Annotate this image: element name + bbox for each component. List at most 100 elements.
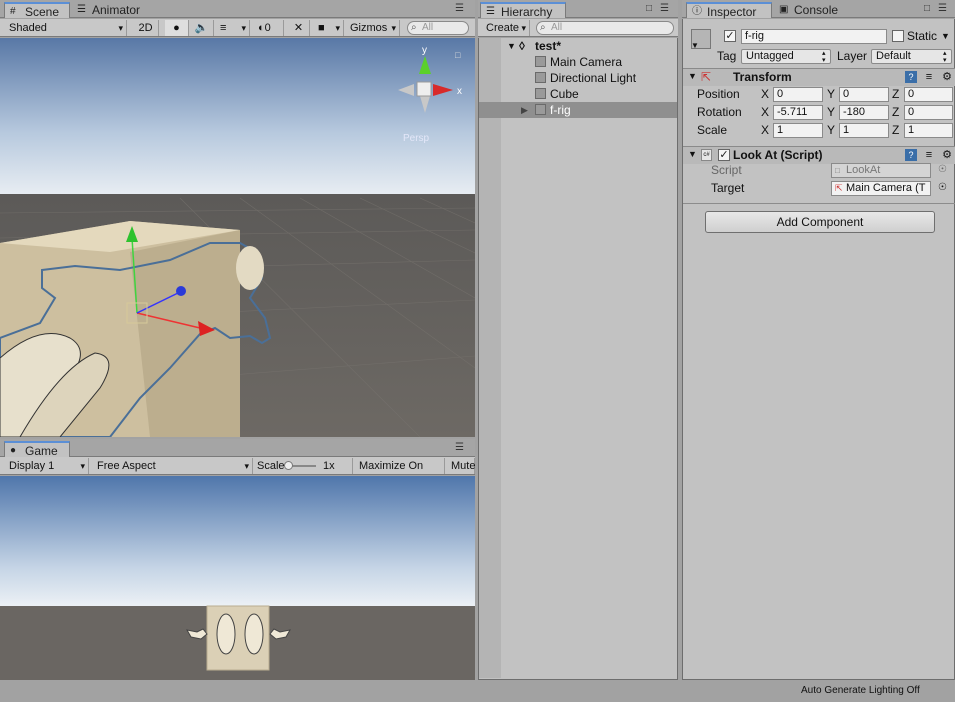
inspector-tabbar: ⓘ Inspector ▣ Console □ ☰ bbox=[682, 0, 955, 19]
inspector-lock-icon[interactable]: □ bbox=[924, 3, 930, 14]
rotation-y-field[interactable]: -180 bbox=[839, 105, 889, 120]
audio-toggle-icon[interactable]: 🔈 bbox=[190, 20, 214, 36]
tab-hierarchy[interactable]: ☰ Hierarchy bbox=[480, 2, 566, 19]
lookat-settings-icon[interactable]: ⚙ bbox=[941, 149, 953, 161]
scale-y-field[interactable]: 1 bbox=[839, 123, 889, 138]
effects-dropdown-icon[interactable]: ≡ bbox=[216, 20, 250, 36]
hierarchy-search-input[interactable]: All bbox=[536, 21, 674, 35]
hidden-objects-icon[interactable]: ◐0 bbox=[254, 20, 284, 36]
target-field[interactable]: ⇱ Main Camera (T bbox=[831, 181, 931, 196]
maximize-on-play-button[interactable]: Maximize On Play bbox=[355, 458, 445, 488]
rotation-z-field[interactable]: 0 bbox=[904, 105, 953, 120]
scale-control[interactable]: Scale 1x bbox=[253, 458, 353, 474]
transform-title: Transform bbox=[733, 70, 792, 84]
scene-tabbar: # Scene ☰ Animator ☰ bbox=[0, 0, 475, 19]
gizmo-lock-icon[interactable]: □ bbox=[455, 50, 461, 60]
scene-search-input[interactable]: All bbox=[407, 21, 469, 35]
lighting-status[interactable]: Auto Generate Lighting Off bbox=[801, 685, 920, 696]
transform-settings-icon[interactable]: ⚙ bbox=[941, 71, 953, 83]
lookat-help-icon[interactable]: ? bbox=[905, 149, 917, 161]
hierarchy-item-label: f-rig bbox=[550, 103, 571, 117]
tab-console[interactable]: ▣ Console bbox=[774, 2, 852, 18]
tools-icon[interactable]: ✕ bbox=[288, 20, 310, 36]
hierarchy-item-cube[interactable]: Cube bbox=[479, 86, 677, 102]
inspector-panel-menu-icon[interactable]: ☰ bbox=[938, 3, 947, 14]
projection-label[interactable]: Persp bbox=[403, 133, 430, 144]
tag-dropdown[interactable]: Untagged bbox=[741, 49, 831, 64]
gizmo-orient-center-icon[interactable] bbox=[416, 81, 432, 97]
lookat-foldout-icon[interactable]: ▼ bbox=[688, 149, 697, 159]
hierarchy-item-main-camera[interactable]: Main Camera bbox=[479, 54, 677, 70]
lighting-toggle-icon[interactable]: ● bbox=[165, 20, 189, 36]
transform-help-icon[interactable]: ? bbox=[905, 71, 917, 83]
animator-icon: ☰ bbox=[77, 4, 86, 15]
target-label: Target bbox=[711, 181, 745, 195]
scene-viewport[interactable]: y x Persp □ bbox=[0, 38, 475, 437]
tab-animator[interactable]: ☰ Animator bbox=[72, 2, 154, 18]
tab-game[interactable]: ● Game bbox=[4, 441, 70, 458]
add-component-button[interactable]: Add Component bbox=[705, 211, 935, 233]
script-picker-icon[interactable]: ☉ bbox=[938, 164, 947, 175]
script-value: LookAt bbox=[846, 164, 881, 176]
lookat-preset-icon[interactable]: ≡ bbox=[923, 149, 935, 161]
hierarchy-item-label: Main Camera bbox=[550, 55, 623, 69]
game-viewport[interactable] bbox=[0, 476, 475, 680]
rotation-y-label: Y bbox=[827, 105, 836, 119]
scale-z-field[interactable]: 1 bbox=[904, 123, 953, 138]
script-label: Script bbox=[711, 163, 742, 177]
transform-foldout-icon[interactable]: ▼ bbox=[688, 71, 697, 81]
hierarchy-item-directional-light[interactable]: Directional Light bbox=[479, 70, 677, 86]
hierarchy-item-f-rig[interactable]: ▶ f-rig bbox=[479, 102, 677, 118]
layer-label: Layer bbox=[837, 49, 868, 63]
position-x-label: X bbox=[761, 87, 770, 101]
transform-header[interactable]: ▼ ⇱ Transform ? ≡ ⚙ bbox=[683, 68, 955, 86]
game-panel-menu-icon[interactable]: ☰ bbox=[455, 442, 464, 453]
target-value: Main Camera (T bbox=[846, 182, 926, 194]
scale-slider-thumb[interactable] bbox=[284, 461, 293, 470]
scale-y-label: Y bbox=[827, 123, 836, 137]
hidden-count: 0 bbox=[264, 22, 271, 34]
create-dropdown[interactable]: Create bbox=[482, 20, 530, 36]
layer-dropdown[interactable]: Default bbox=[871, 49, 952, 64]
static-checkbox[interactable] bbox=[892, 30, 904, 42]
gizmo-z-arrow[interactable] bbox=[176, 286, 186, 296]
tag-label: Tag bbox=[717, 49, 737, 63]
hierarchy-scene-row[interactable]: ▼ ◊ test* bbox=[479, 38, 677, 54]
status-bar: Auto Generate Lighting Off bbox=[0, 682, 955, 702]
hierarchy-item-label: Cube bbox=[550, 87, 579, 101]
position-x-field[interactable]: 0 bbox=[773, 87, 823, 102]
active-checkbox[interactable]: ✓ bbox=[724, 30, 736, 42]
shading-mode-dropdown[interactable]: Shaded bbox=[5, 20, 127, 36]
scene-render[interactable]: y x Persp □ bbox=[0, 38, 475, 437]
transform-preset-icon[interactable]: ≡ bbox=[923, 71, 935, 83]
gizmos-dropdown[interactable]: Gizmos bbox=[346, 20, 400, 36]
game-sky bbox=[0, 476, 475, 608]
mute-audio-button[interactable]: Mute bbox=[447, 458, 475, 474]
scale-x-field[interactable]: 1 bbox=[773, 123, 823, 138]
scene-foldout-icon[interactable]: ▼ bbox=[507, 38, 516, 54]
script-file-icon: c# bbox=[701, 149, 712, 161]
mode-2d-button[interactable]: 2D bbox=[133, 20, 159, 36]
hierarchy-lock-icon[interactable]: □ bbox=[646, 3, 652, 14]
position-y-field[interactable]: 0 bbox=[839, 87, 889, 102]
lookat-enabled-checkbox[interactable]: ✓ bbox=[718, 149, 730, 161]
lookat-title: Look At (Script) bbox=[733, 148, 823, 162]
game-render bbox=[0, 476, 475, 680]
rotation-x-field[interactable]: -5.711 bbox=[773, 105, 823, 120]
hierarchy-toolbar: Create All bbox=[478, 19, 678, 37]
hierarchy-panel-menu-icon[interactable]: ☰ bbox=[660, 3, 669, 14]
object-name-field[interactable]: f-rig bbox=[741, 29, 887, 44]
position-z-field[interactable]: 0 bbox=[904, 87, 953, 102]
static-dropdown-icon[interactable]: ▼ bbox=[941, 31, 950, 41]
scene-panel-menu-icon[interactable]: ☰ bbox=[455, 3, 464, 14]
camera-dropdown-icon[interactable]: ■ bbox=[314, 20, 344, 36]
aspect-dropdown[interactable]: Free Aspect bbox=[93, 458, 253, 474]
game-tabbar: ● Game ☰ bbox=[0, 439, 475, 458]
tab-scene[interactable]: # Scene bbox=[4, 2, 70, 19]
display-dropdown[interactable]: Display 1 bbox=[5, 458, 89, 474]
f-rig-foldout-icon[interactable]: ▶ bbox=[521, 102, 528, 118]
tab-inspector[interactable]: ⓘ Inspector bbox=[686, 2, 772, 19]
icon-dropdown-icon[interactable]: ▼ bbox=[691, 41, 699, 50]
target-picker-icon[interactable]: ☉ bbox=[938, 182, 947, 193]
scene-icon: # bbox=[10, 6, 16, 17]
